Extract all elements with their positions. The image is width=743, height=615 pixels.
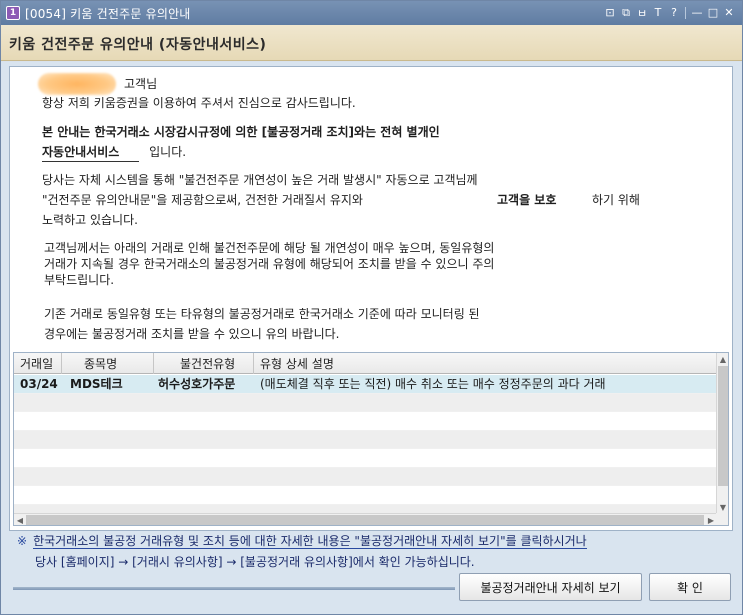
- para1-line-2a: "건전주문 유의안내문"을 제공함으로써, 건전한 거래질서 유지와: [42, 193, 363, 207]
- empty-cell: [62, 431, 154, 449]
- cell-name: MDS테크: [70, 377, 123, 392]
- para3-line-2: 경우에는 불공정거래 조치를 받을 수 있으니 유의 바랍니다.: [44, 327, 340, 341]
- copy-window-icon[interactable]: ⧉: [619, 5, 633, 20]
- cell-detail: (매도체결 직후 또는 직전) 매수 취소 또는 매수 정정주문의 과다 거래: [260, 377, 606, 392]
- col-detail[interactable]: 유형 상세 설명: [254, 353, 717, 374]
- empty-cell: [14, 449, 62, 467]
- protect-customer-label: 고객을 보호: [497, 193, 557, 207]
- empty-cell: [254, 468, 717, 486]
- minimize-icon[interactable]: —: [690, 5, 704, 20]
- col-trade-date[interactable]: 거래일: [14, 353, 62, 374]
- vertical-scrollbar[interactable]: ▲ ▼: [716, 353, 728, 513]
- confirm-button[interactable]: 확 인: [649, 573, 731, 601]
- empty-cell: [14, 468, 62, 486]
- scroll-down-icon[interactable]: ▼: [717, 501, 729, 513]
- empty-cell: [62, 394, 154, 412]
- para1-line-2b: 하기 위해: [592, 193, 640, 207]
- header-band: 키움 건전주문 유의안내 (자동안내서비스): [1, 25, 742, 61]
- window-title: [0054] 키움 건전주문 유의안내: [25, 6, 191, 21]
- notice-line-1: 본 안내는 한국거래소 시장감시규정에 의한 [불공정거래 조치]와는 전혀 별…: [42, 125, 440, 139]
- scroll-corner: [716, 513, 728, 525]
- para2-line-3: 부탁드립니다.: [44, 273, 115, 287]
- page-title: 키움 건전주문 유의안내 (자동안내서비스): [9, 37, 267, 53]
- thanks-text: 항상 저희 키움증권을 이용하여 주셔서 진심으로 감사드립니다.: [42, 96, 356, 110]
- view-details-button[interactable]: 불공정거래안내 자세히 보기: [459, 573, 642, 601]
- scroll-up-icon[interactable]: ▲: [717, 353, 729, 365]
- empty-cell: [62, 468, 154, 486]
- vertical-scroll-thumb[interactable]: [718, 366, 728, 486]
- empty-cell: [62, 486, 154, 504]
- empty-cell: [154, 412, 254, 430]
- grid-rows: 03/24 MDS테크 허수성호가주문 (매도체결 직후 또는 직전) 매수 취…: [14, 375, 717, 523]
- empty-cell: [154, 449, 254, 467]
- notice-panel: 고객님 항상 저희 키움증권을 이용하여 주셔서 진심으로 감사드립니다. 본 …: [9, 66, 733, 531]
- table-row[interactable]: [14, 486, 717, 505]
- notice-line-2: 자동안내서비스 입니다.: [42, 143, 186, 162]
- title-toolbar: ⊡ ⧉ ㅂ T ? — □ ✕: [603, 5, 736, 20]
- empty-cell: [254, 394, 717, 412]
- empty-cell: [154, 486, 254, 504]
- horizontal-scroll-thumb[interactable]: [26, 515, 704, 525]
- grid-header: 거래일 종목명 불건전유형 유형 상세 설명: [14, 353, 717, 374]
- screen-list-icon[interactable]: ⊡: [603, 5, 617, 20]
- auto-service-label: 자동안내서비스: [42, 143, 140, 162]
- notice-line-2-rest: 입니다.: [149, 145, 187, 159]
- cell-date: 03/24: [20, 376, 58, 391]
- dialog-body: 고객님 항상 저희 키움증권을 이용하여 주셔서 진심으로 감사드립니다. 본 …: [1, 62, 742, 614]
- para3-line-1: 기존 거래로 동일유형 또는 타유형의 불공정거래로 한국거래소 기준에 따라 …: [44, 307, 480, 321]
- empty-cell: [62, 412, 154, 430]
- para1-line-2: "건전주문 유의안내문"을 제공함으로써, 건전한 거래질서 유지와 고객을 보…: [42, 191, 640, 209]
- close-icon[interactable]: ✕: [722, 5, 736, 20]
- empty-cell: [154, 431, 254, 449]
- font-size-icon[interactable]: T: [651, 5, 665, 20]
- help-icon[interactable]: ?: [667, 5, 681, 20]
- info-note-line-2: 당사 [홈페이지] → [거래시 유의사항] → [불공정거래 유의사항]에서 …: [35, 555, 475, 569]
- cell-type: 허수성호가주문: [158, 377, 236, 392]
- scroll-left-icon[interactable]: ◀: [14, 514, 26, 526]
- empty-cell: [62, 449, 154, 467]
- app-badge-icon: 1: [6, 6, 20, 20]
- empty-cell: [254, 412, 717, 430]
- para1-line-3: 노력하고 있습니다.: [42, 213, 138, 227]
- empty-cell: [154, 394, 254, 412]
- table-row[interactable]: [14, 393, 717, 412]
- empty-cell: [14, 486, 62, 504]
- dialog-window: 1 [0054] 키움 건전주문 유의안내 ⊡ ⧉ ㅂ T ? — □ ✕ 키움…: [0, 0, 743, 615]
- customer-greeting: 고객님: [124, 77, 158, 91]
- empty-cell: [14, 431, 62, 449]
- col-stock-name[interactable]: 종목명: [62, 353, 154, 374]
- table-row[interactable]: 03/24 MDS테크 허수성호가주문 (매도체결 직후 또는 직전) 매수 취…: [14, 375, 717, 394]
- horizontal-scrollbar[interactable]: ◀ ▶: [14, 513, 717, 525]
- table-row[interactable]: [14, 412, 717, 431]
- note-line-1-text: 한국거래소의 불공정 거래유형 및 조치 등에 대한 자세한 내용은 "불공정거…: [33, 534, 587, 549]
- title-bar[interactable]: 1 [0054] 키움 건전주문 유의안내 ⊡ ⧉ ㅂ T ? — □ ✕: [1, 1, 742, 25]
- trade-grid: 거래일 종목명 불건전유형 유형 상세 설명 03/24 MDS테크 허수성호가…: [13, 352, 729, 526]
- bottom-divider: [13, 587, 455, 590]
- note-mark: ※: [17, 534, 28, 548]
- empty-cell: [154, 468, 254, 486]
- empty-cell: [14, 394, 62, 412]
- empty-cell: [254, 486, 717, 504]
- toolbar-divider: [685, 6, 686, 19]
- para1-line-1: 당사는 자체 시스템을 통해 "불건전주문 개연성이 높은 거래 발생시" 자동…: [42, 173, 478, 187]
- info-note-line-1: ※ 한국거래소의 불공정 거래유형 및 조치 등에 대한 자세한 내용은 "불공정…: [17, 532, 587, 549]
- redacted-name: [38, 73, 116, 95]
- empty-cell: [254, 431, 717, 449]
- table-row[interactable]: [14, 449, 717, 468]
- table-row[interactable]: [14, 467, 717, 486]
- maximize-icon[interactable]: □: [706, 5, 720, 20]
- table-row[interactable]: [14, 430, 717, 449]
- empty-cell: [254, 449, 717, 467]
- empty-cell: [14, 412, 62, 430]
- col-violation-type[interactable]: 불건전유형: [154, 353, 254, 374]
- pin-icon[interactable]: ㅂ: [635, 5, 649, 20]
